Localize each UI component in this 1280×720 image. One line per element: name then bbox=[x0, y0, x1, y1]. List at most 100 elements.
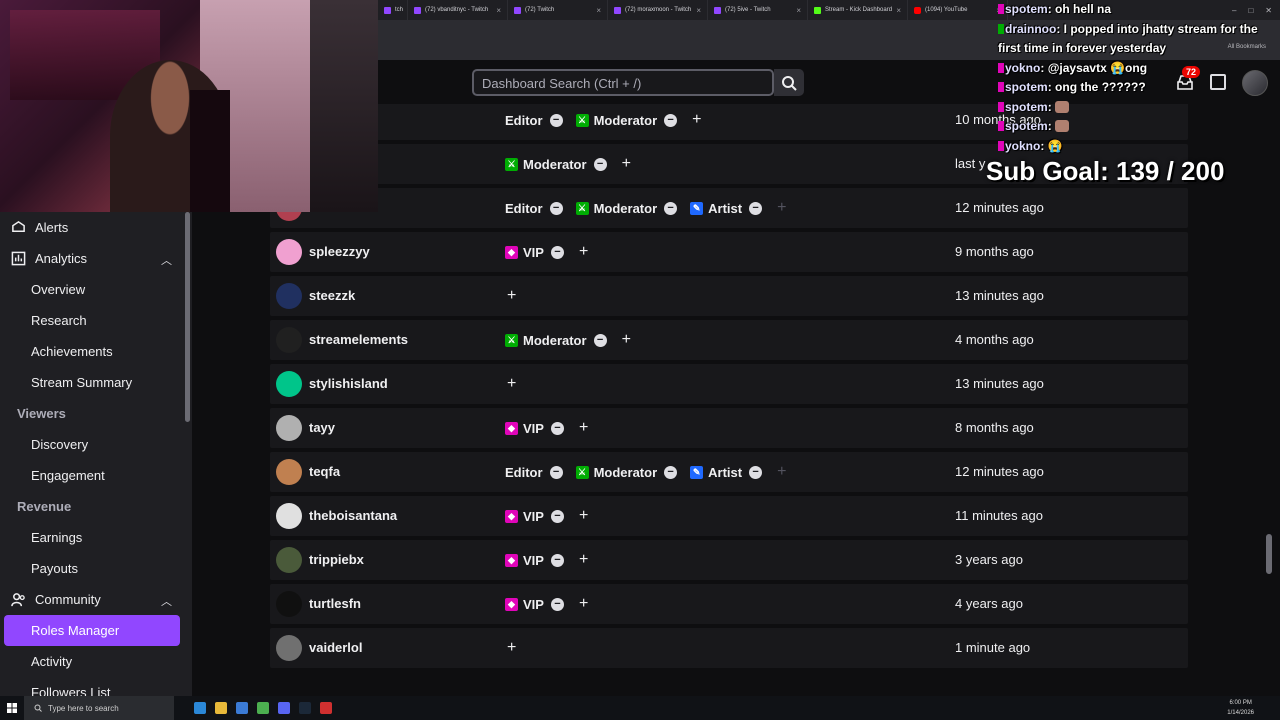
username[interactable]: spleezzyy bbox=[309, 244, 370, 259]
chat-text: 😭 bbox=[1047, 138, 1063, 153]
user-avatar bbox=[276, 327, 302, 353]
remove-role-button[interactable]: − bbox=[550, 509, 564, 523]
sidebar-scrollbar[interactable] bbox=[185, 212, 190, 422]
role-label: VIP bbox=[523, 244, 544, 260]
sidebar-item-achievements[interactable]: Achievements bbox=[0, 336, 192, 367]
remove-role-button[interactable]: − bbox=[749, 201, 763, 215]
remove-role-button[interactable]: − bbox=[664, 113, 678, 127]
sidebar-item-followers-list[interactable]: Followers List bbox=[0, 677, 192, 696]
table-row: streamelements ⚔ Moderator − +4 months ago bbox=[270, 320, 1188, 360]
clock-time: 6:00 PM bbox=[1229, 700, 1252, 706]
sidebar-item-alerts[interactable]: Alerts bbox=[0, 212, 192, 243]
browser-tab[interactable]: Stream - Kick Dashboard × bbox=[808, 0, 908, 20]
remove-role-button[interactable]: − bbox=[593, 157, 607, 171]
chevron-up-icon[interactable]: ︿ bbox=[161, 252, 172, 268]
close-tab-icon[interactable]: × bbox=[496, 6, 501, 15]
chat-text: ong the ?????? bbox=[1055, 80, 1146, 94]
add-role-button[interactable]: + bbox=[507, 640, 516, 656]
sidebar-item-community[interactable]: Community ︿ bbox=[0, 584, 192, 615]
add-role-button[interactable]: + bbox=[692, 112, 701, 128]
add-role-button[interactable]: + bbox=[777, 464, 786, 480]
add-role-button[interactable]: + bbox=[507, 288, 516, 304]
add-role-button[interactable]: + bbox=[579, 552, 588, 568]
vip-badge-icon: ◆ bbox=[505, 245, 518, 259]
role-label: VIP bbox=[523, 596, 544, 612]
browser-tab[interactable]: (72) Twitch × bbox=[508, 0, 608, 20]
chevron-up-icon[interactable]: ︿ bbox=[161, 593, 172, 609]
remove-role-button[interactable]: − bbox=[593, 333, 607, 347]
steam-app-icon[interactable] bbox=[299, 702, 311, 714]
add-role-button[interactable]: + bbox=[622, 332, 631, 348]
sidebar-item-stream-summary[interactable]: Stream Summary bbox=[0, 367, 192, 398]
remove-role-button[interactable]: − bbox=[550, 597, 564, 611]
table-row: tayy ◆ VIP − +8 months ago bbox=[270, 408, 1188, 448]
remove-role-button[interactable]: − bbox=[549, 201, 563, 215]
artist-badge-icon: ✎ bbox=[690, 201, 704, 215]
page-scrollbar[interactable] bbox=[1266, 534, 1272, 574]
dashboard-search-input[interactable]: Dashboard Search (Ctrl + /) bbox=[472, 69, 774, 96]
add-role-button[interactable]: + bbox=[579, 508, 588, 524]
edge-app-icon[interactable] bbox=[194, 702, 206, 714]
add-role-button[interactable]: + bbox=[622, 156, 631, 172]
date-assigned: last y bbox=[955, 156, 986, 171]
username[interactable]: teqfa bbox=[309, 464, 340, 479]
chrome-app-icon[interactable] bbox=[257, 702, 269, 714]
username[interactable]: theboisantana bbox=[309, 508, 397, 523]
username[interactable]: tayy bbox=[309, 420, 335, 435]
store-app-icon[interactable] bbox=[236, 702, 248, 714]
role-list: Editor − ⚔ Moderator − ✎ Artist − + bbox=[505, 188, 786, 228]
remove-role-button[interactable]: − bbox=[549, 465, 563, 479]
user-avatar bbox=[276, 547, 302, 573]
role-list: ◆ VIP − + bbox=[505, 496, 588, 536]
chat-username: spotem bbox=[1005, 2, 1048, 16]
browser-tab[interactable]: (72) moraxmoon - Twitch × bbox=[608, 0, 708, 20]
twitch-icon bbox=[414, 6, 421, 14]
remove-role-button[interactable]: − bbox=[664, 201, 678, 215]
username[interactable]: vaiderlol bbox=[309, 640, 362, 655]
discord-app-icon[interactable] bbox=[278, 702, 290, 714]
close-tab-icon[interactable]: × bbox=[896, 6, 901, 15]
role-label: Artist bbox=[708, 464, 743, 480]
taskbar-search-input[interactable]: Type here to search bbox=[24, 696, 174, 720]
role-list: + bbox=[505, 628, 516, 668]
username[interactable]: streamelements bbox=[309, 332, 408, 347]
remove-role-button[interactable]: − bbox=[550, 245, 564, 259]
sidebar-item-research[interactable]: Research bbox=[0, 305, 192, 336]
remove-role-button[interactable]: − bbox=[664, 465, 678, 479]
close-tab-icon[interactable]: × bbox=[796, 6, 801, 15]
sidebar-item-earnings[interactable]: Earnings bbox=[0, 522, 192, 553]
username[interactable]: steezzk bbox=[309, 288, 355, 303]
close-tab-icon[interactable]: × bbox=[596, 6, 601, 15]
sidebar-item-activity[interactable]: Activity bbox=[0, 646, 192, 677]
remove-role-button[interactable]: − bbox=[550, 421, 564, 435]
browser-tab[interactable]: (72) 5ive - Twitch × bbox=[708, 0, 808, 20]
start-button[interactable] bbox=[0, 696, 24, 720]
add-role-button[interactable]: + bbox=[579, 420, 588, 436]
obs-app-icon[interactable] bbox=[320, 702, 332, 714]
remove-role-button[interactable]: − bbox=[550, 553, 564, 567]
remove-role-button[interactable]: − bbox=[749, 465, 763, 479]
browser-tab[interactable]: (1094) YouTube× bbox=[908, 0, 1008, 20]
browser-tab[interactable]: (72) vbanditnyc - Twitch × bbox=[408, 0, 508, 20]
sidebar-item-analytics[interactable]: Analytics ︿ bbox=[0, 243, 192, 274]
add-role-button[interactable]: + bbox=[579, 244, 588, 260]
search-button[interactable] bbox=[774, 69, 804, 96]
sidebar-item-overview[interactable]: Overview bbox=[0, 274, 192, 305]
sidebar-item-roles-manager[interactable]: Roles Manager bbox=[4, 615, 180, 646]
username[interactable]: trippiebx bbox=[309, 552, 364, 567]
close-tab-icon[interactable]: × bbox=[696, 6, 701, 15]
explorer-app-icon[interactable] bbox=[215, 702, 227, 714]
sidebar-item-engagement[interactable]: Engagement bbox=[0, 460, 192, 491]
remove-role-button[interactable]: − bbox=[549, 113, 563, 127]
browser-tab[interactable]: tch× bbox=[378, 0, 408, 20]
sidebar-item-payouts[interactable]: Payouts bbox=[0, 553, 192, 584]
sidebar-item-discovery[interactable]: Discovery bbox=[0, 429, 192, 460]
username[interactable]: turtlesfn bbox=[309, 596, 361, 611]
add-role-button[interactable]: + bbox=[507, 376, 516, 392]
add-role-button[interactable]: + bbox=[579, 596, 588, 612]
table-row: theboisantana ◆ VIP − +11 minutes ago bbox=[270, 496, 1188, 536]
add-role-button[interactable]: + bbox=[777, 200, 786, 216]
username[interactable]: stylishisland bbox=[309, 376, 388, 391]
system-clock[interactable]: 6:00 PM 1/14/2026 bbox=[1227, 698, 1280, 718]
browser-tab-label: (72) moraxmoon - Twitch bbox=[625, 7, 692, 13]
